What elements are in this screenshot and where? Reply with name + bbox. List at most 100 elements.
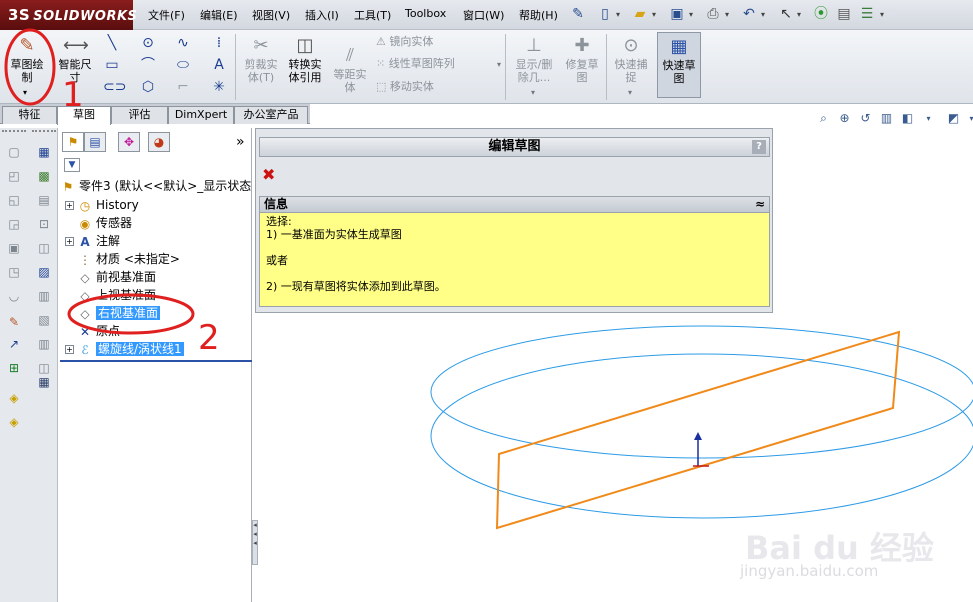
move-entities-button[interactable]: ⬚ 移动实体 xyxy=(376,77,434,97)
expand-icon[interactable]: + xyxy=(65,201,74,210)
display-style-icon[interactable]: ◩ xyxy=(945,110,962,127)
filter-icon[interactable]: ▼ xyxy=(64,158,80,172)
sketch-dropdown-icon[interactable]: ▾ xyxy=(23,88,27,97)
tree-item-material[interactable]: ⋮ 材质 <未指定> xyxy=(60,250,180,268)
rollback-bar[interactable] xyxy=(60,360,252,362)
revolved-cut-icon[interactable]: ◳ xyxy=(6,264,22,280)
menu-insert[interactable]: 插入(I) xyxy=(305,7,339,23)
offset-entities-button[interactable]: ⫽ 等距实 体 xyxy=(328,42,372,94)
info-group-header[interactable]: 信息 ≈ xyxy=(259,196,770,213)
sketch-button[interactable]: ✎ 草图绘 制 xyxy=(5,32,49,84)
solidworks-resources-icon[interactable]: ▧ xyxy=(36,312,52,328)
previous-view-icon[interactable]: ↺ xyxy=(857,110,874,127)
fillet-icon[interactable]: ⌐ xyxy=(174,78,192,96)
custom-properties-icon[interactable]: ▥ xyxy=(36,288,52,304)
pin-icon[interactable]: ✎ xyxy=(570,5,586,23)
rebuild-traffic-light-icon[interactable]: ⦿ xyxy=(813,5,829,23)
tree-item-sensors[interactable]: ◉ 传感器 xyxy=(60,214,132,232)
collapse-chevron-icon[interactable]: ≈ xyxy=(755,197,765,212)
view-orientation-icon[interactable]: ◧ xyxy=(899,110,916,127)
grid-table-icon[interactable]: ▦ xyxy=(36,374,52,390)
text-icon[interactable]: A xyxy=(210,56,228,74)
reference-geometry-icon[interactable]: ⊞ xyxy=(6,360,22,376)
options-icon[interactable]: ☰ xyxy=(859,5,875,23)
table-icon[interactable]: ▦ xyxy=(36,144,52,160)
arc-icon[interactable]: ⌒ xyxy=(139,56,157,74)
options-dropdown-icon[interactable]: ▾ xyxy=(880,10,884,19)
tree-item-helix[interactable]: + ℰ 螺旋线/涡状线1 xyxy=(60,340,184,358)
toolbox-icon[interactable]: ▥ xyxy=(36,336,52,352)
ellipse-icon[interactable]: ⬭ xyxy=(174,56,192,74)
rectangle-icon[interactable]: ▭ xyxy=(103,56,121,74)
linear-sketch-pattern-button[interactable]: ⁙ 线性草图阵列 xyxy=(376,54,455,74)
search-icon[interactable]: ⊡ xyxy=(36,216,52,232)
repair-sketch-button[interactable]: ✚ 修复草 图 xyxy=(560,32,604,84)
tab-office-products[interactable]: 办公室产品 xyxy=(234,106,308,124)
tab-features[interactable]: 特征 xyxy=(2,106,57,124)
design-library-icon[interactable]: ▩ xyxy=(36,168,52,184)
expand-icon[interactable]: + xyxy=(65,237,74,246)
undo-icon[interactable]: ↶ xyxy=(741,5,757,23)
print-dropdown-icon[interactable]: ▾ xyxy=(725,10,729,19)
open-dropdown-icon[interactable]: ▾ xyxy=(652,10,656,19)
tab-evaluate[interactable]: 评估 xyxy=(111,106,168,124)
convert-entities-button[interactable]: ◫ 转换实 体引用 xyxy=(283,32,327,84)
new-document-icon[interactable]: ▯ xyxy=(597,5,613,23)
file-properties-icon[interactable]: ▤ xyxy=(836,5,852,23)
menu-window[interactable]: 窗口(W) xyxy=(463,7,504,23)
display-style-dropdown-icon[interactable]: ▾ xyxy=(963,110,973,127)
menu-edit[interactable]: 编辑(E) xyxy=(200,7,238,23)
menu-file[interactable]: 文件(F) xyxy=(148,7,185,23)
help-icon[interactable]: ? xyxy=(752,140,766,154)
property-manager-tab-icon[interactable]: ▤ xyxy=(84,132,106,152)
point-icon[interactable]: ✳ xyxy=(210,78,228,96)
save-icon[interactable]: ▣ xyxy=(669,5,685,23)
quick-snap-dropdown-icon[interactable]: ▾ xyxy=(628,88,632,97)
section-view-icon[interactable]: ▥ xyxy=(878,110,895,127)
pattern-dropdown-icon[interactable]: ▾ xyxy=(497,60,501,69)
tree-item-front-plane[interactable]: ◇ 前视基准面 xyxy=(60,268,156,286)
more-tabs-chevron-icon[interactable]: » xyxy=(236,134,245,150)
quick-snaps-button[interactable]: ⊙ 快速捕 捉 xyxy=(609,32,653,84)
view-palette-icon[interactable]: ◫ xyxy=(36,240,52,256)
rapid-sketch-button[interactable]: ▦ 快速草 图 xyxy=(657,32,701,98)
display-delete-relations-button[interactable]: ⊥ 显示/删 除几... xyxy=(512,32,556,84)
select-arrow-icon[interactable]: ↖ xyxy=(778,5,794,23)
extruded-cut-icon[interactable]: ▣ xyxy=(6,240,22,256)
panel-splitter-handle[interactable]: ◂ ◂ ◂ xyxy=(252,520,258,565)
tree-item-origin[interactable]: ✕ 原点 xyxy=(60,322,120,340)
tree-item-right-plane[interactable]: ◇ 右视基准面 xyxy=(60,304,161,322)
configuration-manager-tab-icon[interactable]: ✥ xyxy=(118,132,140,152)
circle-icon[interactable]: ⊙ xyxy=(139,34,157,52)
tab-dimxpert[interactable]: DimXpert xyxy=(168,106,234,124)
lofted-boss-icon[interactable]: ◲ xyxy=(6,216,22,232)
feature-manager-tab-icon[interactable]: ⚑ xyxy=(62,132,84,152)
polygon-icon[interactable]: ⬡ xyxy=(139,78,157,96)
zoom-to-fit-icon[interactable]: ⌕ xyxy=(815,110,832,127)
menu-tools[interactable]: 工具(T) xyxy=(354,7,391,23)
zoom-to-area-icon[interactable]: ⊕ xyxy=(836,110,853,127)
appearances-icon[interactable]: ▨ xyxy=(36,264,52,280)
smart-dim-tool-icon[interactable]: ↗ xyxy=(6,336,22,352)
trim-entities-button[interactable]: ✂ 剪裁实 体(T) xyxy=(239,32,283,84)
menu-view[interactable]: 视图(V) xyxy=(252,7,290,23)
tree-item-history[interactable]: + ◷ History xyxy=(60,196,139,214)
instant3d-icon[interactable]: ◈ xyxy=(6,390,22,406)
open-folder-icon[interactable]: ▰ xyxy=(632,5,648,23)
sketch-tool-icon[interactable]: ✎ xyxy=(6,314,22,330)
new-dropdown-icon[interactable]: ▾ xyxy=(616,10,620,19)
relations-dropdown-icon[interactable]: ▾ xyxy=(531,88,535,97)
print-icon[interactable]: ⎙ xyxy=(705,5,721,23)
point-grid-icon[interactable]: ⁞ xyxy=(210,34,228,52)
mirror-entities-button[interactable]: ⚠ 镜向实体 xyxy=(376,32,433,52)
select-dropdown-icon[interactable]: ▾ xyxy=(797,10,801,19)
revolved-boss-icon[interactable]: ◰ xyxy=(6,168,22,184)
menu-help[interactable]: 帮助(H) xyxy=(519,7,558,23)
close-icon[interactable]: ✖ xyxy=(262,165,275,184)
line-icon[interactable]: ╲ xyxy=(103,34,121,52)
fillet-feature-icon[interactable]: ◡ xyxy=(6,288,22,304)
part-icon[interactable]: ◈ xyxy=(6,414,22,430)
tree-item-top-plane[interactable]: ◇ 上视基准面 xyxy=(60,286,156,304)
spline-icon[interactable]: ∿ xyxy=(174,34,192,52)
tree-root-part[interactable]: ⚑ 零件3 (默认<<默认>_显示状态 xyxy=(60,177,252,195)
